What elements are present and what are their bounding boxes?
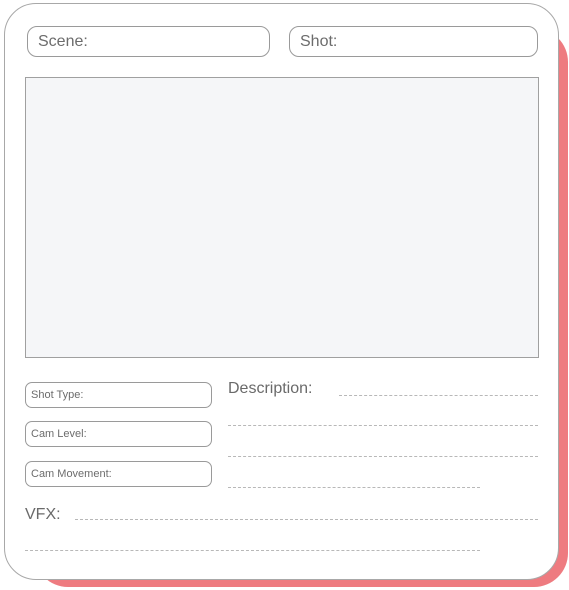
cam-movement-label: Cam Movement: [31,468,112,480]
scene-field[interactable]: Scene: [27,26,270,57]
shot-field[interactable]: Shot: [289,26,538,57]
storyboard-panel: Scene: Shot: Shot Type: Cam Level: Cam M… [0,0,569,590]
shot-type-field[interactable]: Shot Type: [25,382,212,408]
vfx-label: VFX: [25,506,61,523]
description-line-3[interactable] [228,456,538,457]
cam-level-label: Cam Level: [31,428,87,440]
vfx-line-1[interactable] [75,519,538,520]
description-label: Description: [228,380,313,397]
description-line-1[interactable] [339,395,538,396]
scene-label: Scene: [38,32,88,50]
cam-movement-field[interactable]: Cam Movement: [25,461,212,487]
vfx-line-2[interactable] [25,550,480,551]
cam-level-field[interactable]: Cam Level: [25,421,212,447]
sketch-frame[interactable] [25,77,539,358]
shot-label: Shot: [300,32,338,50]
shot-type-label: Shot Type: [31,389,84,401]
description-line-4[interactable] [228,487,480,488]
description-line-2[interactable] [228,425,538,426]
